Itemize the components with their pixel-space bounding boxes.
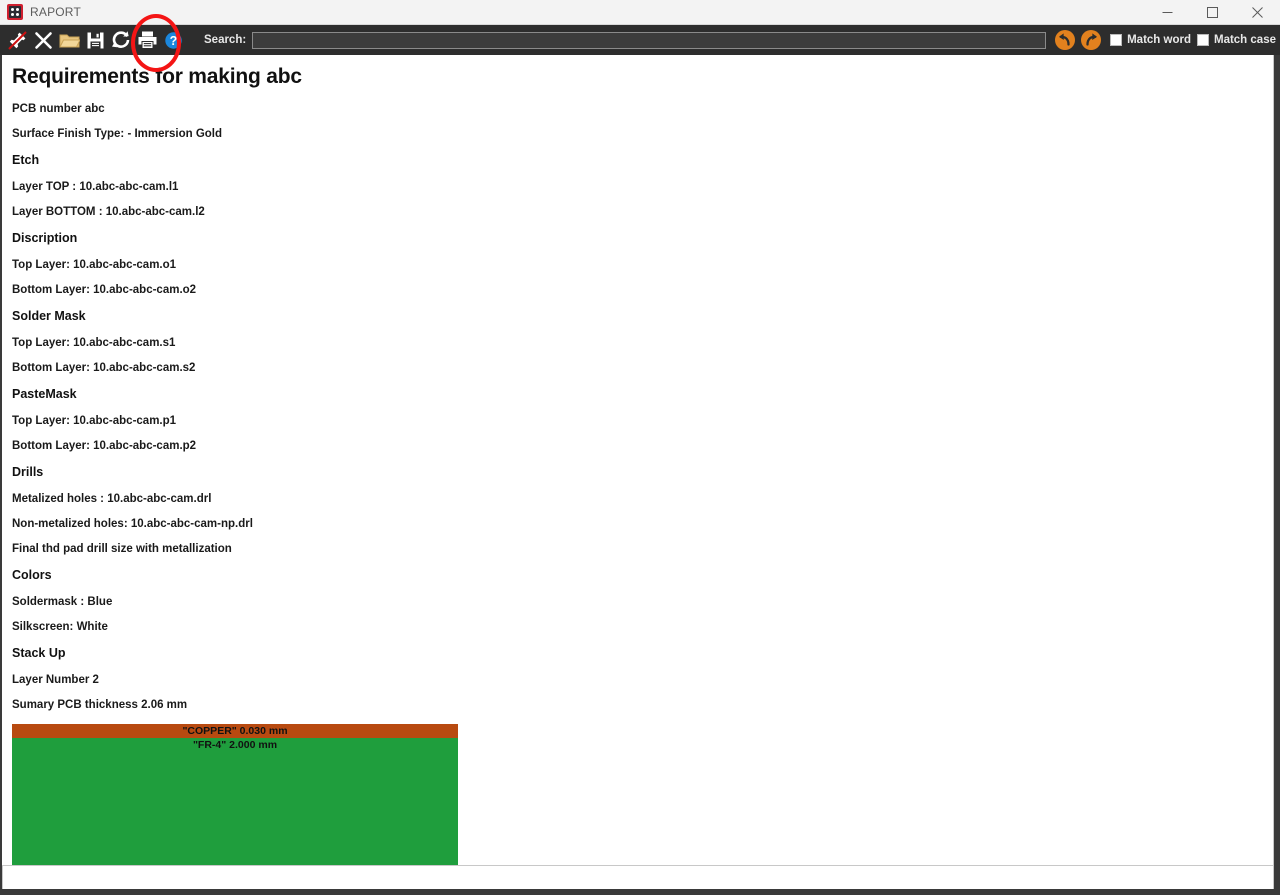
search-label: Search:: [204, 34, 247, 46]
page-title: Requirements for making abc: [12, 65, 302, 88]
nav-forward-icon[interactable]: [1079, 28, 1103, 52]
help-icon[interactable]: ?: [160, 27, 186, 53]
match-word-checkbox[interactable]: [1110, 34, 1123, 46]
section-heading: Discription: [12, 231, 78, 245]
stackup-layer-label: "FR-4" 2.000 mm: [192, 739, 278, 751]
section-heading: Etch: [12, 153, 40, 167]
document-viewport[interactable]: Requirements for making abc PCB number a…: [0, 55, 1280, 865]
document-line: Top Layer: 10.abc-abc-cam.o1: [12, 259, 177, 271]
document-line: Top Layer: 10.abc-abc-cam.p1: [12, 415, 177, 427]
window-controls: [1145, 0, 1280, 24]
section-heading: Drills: [12, 465, 44, 479]
document-line: Layer TOP : 10.abc-abc-cam.l1: [12, 181, 179, 193]
document-page: Requirements for making abc PCB number a…: [2, 55, 1274, 865]
match-case-checkbox-group[interactable]: Match case: [1196, 34, 1276, 46]
pin-disabled-icon[interactable]: [4, 27, 30, 53]
search-input[interactable]: [252, 31, 1047, 49]
minimize-icon[interactable]: [1145, 0, 1190, 24]
window-title: RAPORT: [30, 5, 81, 19]
stackup-layer-label: "COPPER" 0.030 mm: [182, 725, 288, 737]
document-line: Bottom Layer: 10.abc-abc-cam.o2: [12, 284, 197, 296]
document-line: Layer BOTTOM : 10.abc-abc-cam.l2: [12, 206, 205, 218]
match-case-checkbox[interactable]: [1196, 34, 1209, 46]
title-bar: RAPORT: [0, 0, 1280, 25]
toolbar: ? Search: Match word Match case: [0, 14, 1280, 72]
open-folder-icon[interactable]: [56, 27, 82, 53]
section-heading: PasteMask: [12, 387, 77, 401]
match-case-label: Match case: [1213, 34, 1276, 46]
document-line: Metalized holes : 10.abc-abc-cam.drl: [12, 493, 212, 505]
document-line: Bottom Layer: 10.abc-abc-cam.p2: [12, 440, 197, 452]
section-heading: Colors: [12, 568, 52, 582]
window-bottom-padding: [0, 889, 1280, 895]
document-line: Top Layer: 10.abc-abc-cam.s1: [12, 337, 176, 349]
maximize-icon[interactable]: [1190, 0, 1235, 24]
document-line: Soldermask : Blue: [12, 596, 113, 608]
svg-text:?: ?: [169, 34, 177, 48]
stackup-layer-copper: "COPPER" 0.030 mm: [12, 724, 458, 738]
pcb-stackup-diagram: "COPPER" 0.030 mm"FR-4" 2.000 mm"COPPER"…: [12, 724, 458, 865]
document-line: PCB number abc: [12, 103, 105, 115]
document-line: Sumary PCB thickness 2.06 mm: [12, 699, 188, 711]
application-window: RAPORT ? Search: Match word Match case R…: [0, 0, 1280, 895]
document-line: Bottom Layer: 10.abc-abc-cam.s2: [12, 362, 196, 374]
stackup-layer-fr-4: "FR-4" 2.000 mm: [12, 738, 458, 865]
document-content: Requirements for making abc PCB number a…: [2, 55, 1273, 865]
print-icon[interactable]: [134, 27, 160, 53]
match-word-checkbox-group[interactable]: Match word: [1110, 34, 1191, 46]
close-icon[interactable]: [1235, 0, 1280, 24]
match-word-label: Match word: [1127, 34, 1191, 46]
save-icon[interactable]: [82, 27, 108, 53]
nav-back-icon[interactable]: [1053, 28, 1077, 52]
section-heading: Stack Up: [12, 646, 66, 660]
status-bar: [2, 865, 1274, 889]
document-line: Final thd pad drill size with metallizat…: [12, 543, 232, 555]
document-line: Silkscreen: White: [12, 621, 108, 633]
document-line: Surface Finish Type: - Immersion Gold: [12, 128, 223, 140]
section-heading: Solder Mask: [12, 309, 86, 323]
refresh-icon[interactable]: [108, 27, 134, 53]
close-document-icon[interactable]: [30, 27, 56, 53]
document-line: Non-metalized holes: 10.abc-abc-cam-np.d…: [12, 518, 253, 530]
document-body: PCB number abc Surface Finish Type: - Imm…: [12, 103, 1263, 711]
document-line: Layer Number 2: [12, 674, 99, 686]
raport-app-icon: [7, 4, 23, 20]
